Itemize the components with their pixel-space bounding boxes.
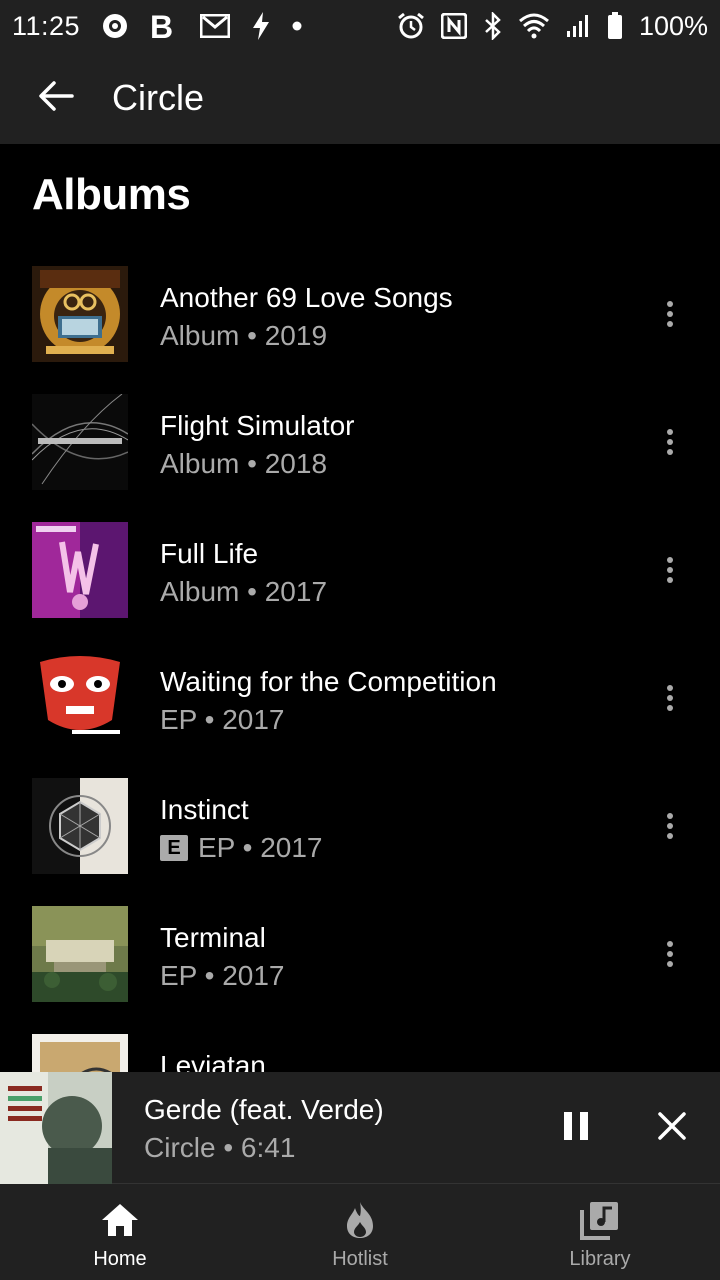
- album-row[interactable]: Another 69 Love Songs Album • 2019: [0, 252, 720, 380]
- nav-label: Library: [569, 1248, 631, 1270]
- more-vert-icon: [666, 556, 674, 588]
- svg-text:B: B: [150, 11, 173, 41]
- album-cover: [32, 266, 128, 362]
- album-type-year: EP • 2017: [160, 960, 285, 991]
- now-playing-title: Gerde (feat. Verde): [144, 1094, 384, 1125]
- album-type-year: Album • 2018: [160, 448, 328, 479]
- album-title: Instinct: [160, 794, 249, 825]
- mini-player[interactable]: Gerde (feat. Verde) Circle • 6:41: [0, 1072, 720, 1184]
- battery-percent: 100%: [638, 10, 708, 41]
- battery-icon: [607, 12, 623, 40]
- app-bar: Circle: [0, 52, 720, 144]
- now-playing-info: Gerde (feat. Verde) Circle • 6:41: [144, 1092, 524, 1166]
- album-type-year: Album • 2017: [160, 576, 328, 607]
- album-title: Full Life: [160, 538, 259, 569]
- album-title: Flight Simulator: [160, 410, 355, 441]
- album-type-year: Album • 2019: [160, 320, 328, 351]
- more-options-button[interactable]: [640, 286, 700, 346]
- album-row[interactable]: Terminal EP • 2017: [0, 892, 720, 1020]
- album-title: Terminal: [160, 922, 266, 953]
- bluetooth-icon: [483, 12, 503, 40]
- bottom-navigation: Home Hotlist Library: [0, 1184, 720, 1280]
- status-bar: 11:25 B 100%: [0, 0, 720, 52]
- album-cover: [32, 522, 128, 618]
- album-cover: [32, 650, 128, 746]
- b-app-icon: B: [150, 11, 178, 41]
- album-title: Another 69 Love Songs: [160, 282, 453, 313]
- album-info: Leviatan: [160, 1048, 630, 1072]
- now-playing-subtitle: Circle • 6:41: [144, 1132, 296, 1163]
- nav-item-hotlist[interactable]: Hotlist: [240, 1184, 480, 1280]
- album-row[interactable]: Waiting for the Competition EP • 2017: [0, 636, 720, 764]
- arrow-back-icon: [38, 80, 74, 117]
- album-subtitle: EP • 2017: [160, 702, 630, 738]
- more-options-button[interactable]: [640, 926, 700, 986]
- close-player-button[interactable]: [636, 1092, 708, 1164]
- nfc-icon: [440, 13, 467, 39]
- flash-icon: [252, 12, 270, 40]
- home-icon: [100, 1198, 140, 1242]
- more-vert-icon: [666, 428, 674, 460]
- album-info: Waiting for the Competition EP • 2017: [160, 664, 630, 738]
- close-icon: [657, 1111, 687, 1146]
- signal-icon: [565, 13, 591, 39]
- more-options-button[interactable]: [640, 414, 700, 474]
- now-playing-cover: [0, 1072, 112, 1184]
- album-subtitle: Album • 2019: [160, 318, 630, 354]
- alarm-icon: [397, 12, 425, 40]
- album-type-year: EP • 2017: [198, 832, 323, 863]
- album-info: Full Life Album • 2017: [160, 536, 630, 610]
- pause-icon: [562, 1111, 590, 1146]
- more-vert-icon: [666, 812, 674, 844]
- section-title: Albums: [32, 170, 191, 219]
- back-button[interactable]: [0, 52, 112, 144]
- more-vert-icon: [666, 684, 674, 716]
- more-options-button[interactable]: [640, 670, 700, 730]
- gmail-icon: [200, 14, 231, 38]
- album-info: Flight Simulator Album • 2018: [160, 408, 630, 482]
- album-subtitle: Album • 2018: [160, 446, 630, 482]
- albums-page[interactable]: Albums Another 69 Love Songs Album • 201…: [0, 144, 720, 1072]
- flame-icon: [343, 1198, 377, 1242]
- more-options-button[interactable]: [640, 542, 700, 602]
- album-list: Another 69 Love Songs Album • 2019 Fligh…: [0, 252, 720, 1072]
- album-info: Another 69 Love Songs Album • 2019: [160, 280, 630, 354]
- nav-label: Home: [93, 1248, 147, 1270]
- status-time: 11:25: [12, 10, 81, 41]
- nav-label: Hotlist: [332, 1248, 388, 1270]
- album-info: Instinct E EP • 2017: [160, 792, 630, 866]
- album-row[interactable]: Leviatan: [0, 1020, 720, 1072]
- app-screen: 11:25 B 100% Circle Albums Another 69 Lo…: [0, 0, 720, 1280]
- album-cover: [32, 394, 128, 490]
- page-title: Circle: [112, 77, 205, 118]
- media-play-icon: [102, 13, 128, 39]
- more-options-button[interactable]: [640, 798, 700, 858]
- album-info: Terminal EP • 2017: [160, 920, 630, 994]
- more-vert-icon: [666, 940, 674, 972]
- album-cover: [32, 778, 128, 874]
- album-subtitle: Album • 2017: [160, 574, 630, 610]
- album-type-year: EP • 2017: [160, 704, 285, 735]
- pause-button[interactable]: [540, 1092, 612, 1164]
- library-music-icon: [580, 1198, 620, 1242]
- album-title: Leviatan: [160, 1050, 266, 1072]
- wifi-icon: [518, 13, 549, 39]
- dot-icon: [292, 21, 302, 31]
- album-subtitle: E EP • 2017: [160, 830, 630, 866]
- album-row[interactable]: Full Life Album • 2017: [0, 508, 720, 636]
- more-vert-icon: [666, 300, 674, 332]
- nav-item-library[interactable]: Library: [480, 1184, 720, 1280]
- album-cover: [32, 906, 128, 1002]
- album-cover: [32, 1034, 128, 1072]
- nav-item-home[interactable]: Home: [0, 1184, 240, 1280]
- album-title: Waiting for the Competition: [160, 666, 497, 697]
- explicit-badge: E: [160, 835, 188, 861]
- album-row[interactable]: Flight Simulator Album • 2018: [0, 380, 720, 508]
- album-subtitle: EP • 2017: [160, 958, 630, 994]
- album-row[interactable]: Instinct E EP • 2017: [0, 764, 720, 892]
